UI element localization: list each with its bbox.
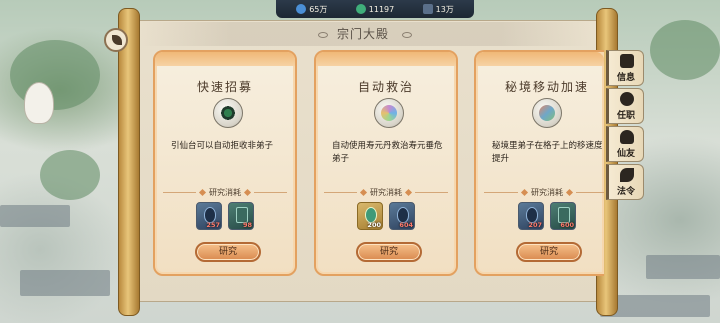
cost-item-blue-crystal[interactable]: 207 (518, 202, 544, 230)
cost-item-teal-scroll[interactable]: 600 (550, 202, 576, 230)
resource-jade-value: 11197 (368, 4, 395, 14)
water-drop-icon (296, 4, 307, 14)
cost-label: 研究消耗 (370, 187, 402, 197)
item-count: 98 (242, 221, 252, 229)
side-tab-bar: 信息 任职 仙友 法令 (606, 50, 646, 202)
panel-title: 宗门大殿 (336, 27, 389, 41)
cost-item-blue-crystal[interactable]: 257 (196, 202, 222, 230)
tree-cluster (40, 150, 100, 200)
research-card-recruit: 快速招募 引仙台可以自动拒收非弟子 研究消耗 257 98 研究 (153, 50, 297, 276)
jade-coin-icon (355, 4, 366, 14)
card-title: 秘境移动加速 (504, 80, 589, 94)
heal-icon (374, 98, 404, 128)
resource-stone[interactable]: 13万 (422, 4, 454, 15)
resource-water-value: 65万 (309, 4, 328, 14)
spirit-stone-icon (422, 4, 433, 14)
tab-label: 任职 (616, 111, 635, 121)
research-button[interactable]: 研究 (356, 242, 422, 262)
building-roof (20, 270, 110, 296)
back-button[interactable] (104, 28, 128, 52)
seal-icon (620, 92, 634, 106)
cost-label: 研究消耗 (531, 187, 563, 197)
resource-jade[interactable]: 11197 (355, 4, 395, 14)
decree-icon (620, 168, 634, 182)
research-card-auto-heal: 自动救治 自动使用寿元丹救治寿元垂危弟子 研究消耗 200 604 研究 (314, 50, 458, 276)
tab-appointment[interactable]: 任职 (606, 88, 644, 124)
item-count: 604 (399, 221, 413, 229)
research-card-realm-speed: 秘境移动加速 秘境里弟子在格子上的移速度提升 研究消耗 207 600 研究 (474, 50, 604, 276)
item-count: 207 (528, 221, 542, 229)
diamond-ornament-icon (198, 188, 207, 196)
card-header-band (155, 52, 295, 66)
tab-decree[interactable]: 法令 (606, 164, 644, 200)
card-title: 快速招募 (196, 80, 253, 94)
tab-info[interactable]: 信息 (606, 50, 644, 86)
tab-label: 信息 (616, 73, 635, 83)
diamond-ornament-icon (520, 188, 529, 196)
diamond-ornament-icon (359, 188, 368, 196)
building-roof (0, 205, 70, 227)
book-icon (620, 54, 634, 68)
research-button[interactable]: 研究 (516, 242, 582, 262)
cost-items: 257 98 (155, 202, 295, 230)
tab-label: 仙友 (616, 149, 635, 159)
diamond-ornament-icon (404, 188, 413, 196)
building-roof (646, 255, 720, 279)
card-header-band (476, 52, 604, 66)
resource-stone-value: 13万 (435, 4, 454, 14)
diamond-ornament-icon (565, 188, 574, 196)
cost-items: 200 604 (316, 202, 456, 230)
friends-icon (620, 130, 634, 144)
diamond-ornament-icon (243, 188, 252, 196)
tab-friends[interactable]: 仙友 (606, 126, 644, 162)
cost-label-row: 研究消耗 (324, 186, 448, 198)
speed-icon (532, 98, 562, 128)
cost-label-row: 研究消耗 (163, 186, 287, 198)
card-description: 秘境里弟子在格子上的移速度提升 (492, 141, 603, 164)
item-count: 257 (206, 221, 220, 229)
cost-label: 研究消耗 (209, 187, 241, 197)
cost-label-row: 研究消耗 (484, 186, 604, 198)
resource-bar: 65万 11197 13万 (276, 0, 474, 18)
card-description: 引仙台可以自动拒收非弟子 (171, 141, 274, 151)
cost-item-gold-pill[interactable]: 200 (357, 202, 383, 230)
ghost-spirit-character[interactable] (24, 82, 54, 124)
card-title: 自动救治 (357, 80, 414, 94)
research-button[interactable]: 研究 (195, 242, 261, 262)
cost-items: 207 600 (476, 202, 604, 230)
cost-item-blue-crystal[interactable]: 604 (389, 202, 415, 230)
item-count: 200 (367, 221, 381, 229)
leaf-icon (112, 35, 122, 45)
card-header-band (316, 52, 456, 66)
recruit-icon (213, 98, 243, 128)
tab-label: 法令 (616, 187, 635, 197)
card-description: 自动使用寿元丹救治寿元垂危弟子 (332, 141, 443, 164)
scroll-rod-left (118, 8, 140, 316)
cost-item-teal-scroll[interactable]: 98 (228, 202, 254, 230)
item-count: 600 (560, 221, 574, 229)
tree-cluster (650, 20, 720, 80)
resource-water[interactable]: 65万 (296, 4, 327, 15)
